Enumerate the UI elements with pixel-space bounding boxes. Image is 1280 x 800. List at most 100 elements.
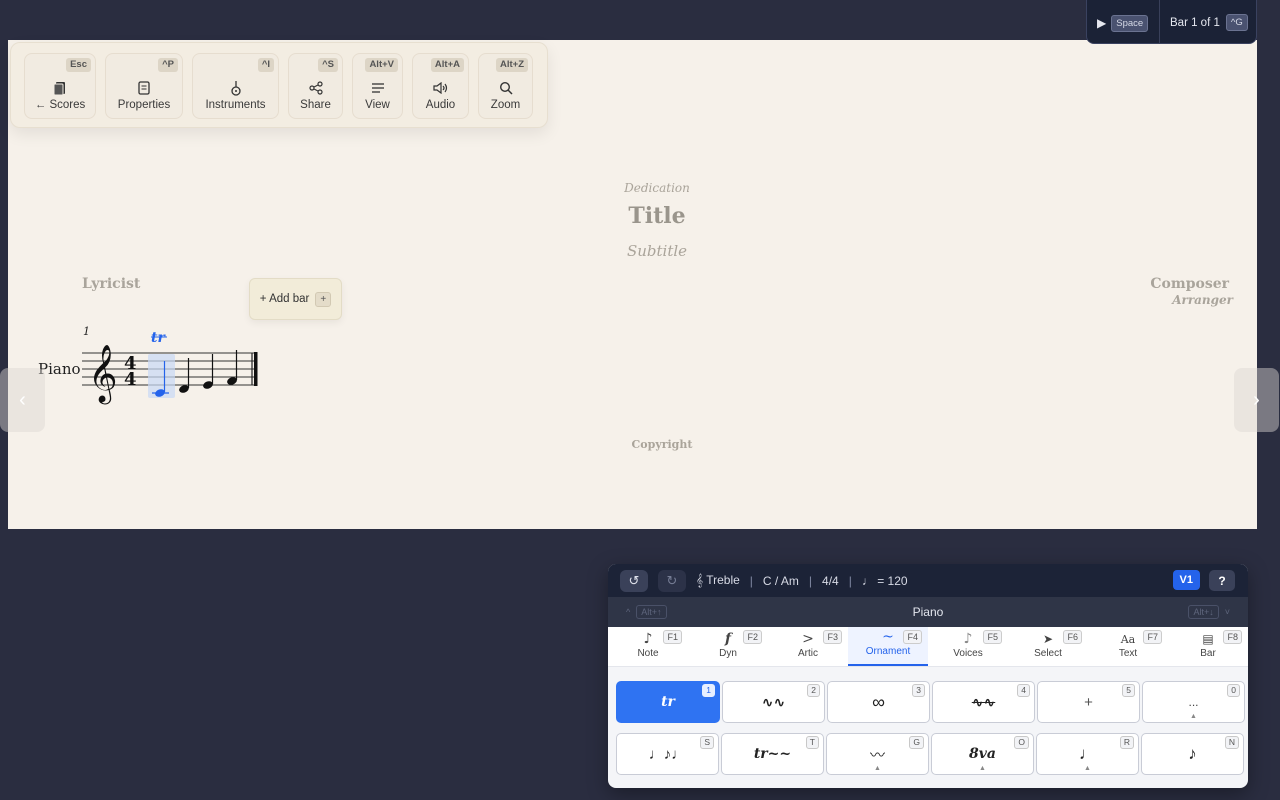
tab-shortcut: F5: [983, 630, 1002, 644]
acciaccatura-icon: ♪: [1188, 744, 1197, 763]
chevron-left-icon: ‹: [19, 388, 26, 411]
tab-label: Text: [1118, 648, 1138, 659]
title-text[interactable]: Title: [557, 203, 757, 229]
guitar-icon: [229, 80, 243, 96]
grace-notes-icon: ♩♪♩: [648, 745, 687, 763]
document-icon: [138, 80, 150, 96]
glissando-icon: 〰: [869, 746, 885, 764]
inverted-mordent-button[interactable]: 4 ∿∿: [932, 681, 1035, 723]
mordent-icon: ~: [882, 629, 894, 645]
cell-shortcut: 2: [807, 684, 820, 697]
play-shortcut: Space: [1111, 14, 1149, 32]
plus-icon: +: [1084, 693, 1093, 711]
acciaccatura-button[interactable]: N ♪: [1141, 733, 1244, 775]
tab-ornament[interactable]: F4 ~ Ornament: [848, 627, 928, 666]
more-ornaments-button[interactable]: 0... ▲: [1142, 681, 1245, 723]
plus-ornament-button[interactable]: 5 +: [1037, 681, 1140, 723]
cell-shortcut: N: [1224, 736, 1239, 749]
arranger-text[interactable]: Arranger: [1172, 293, 1233, 307]
tab-note[interactable]: F1 ♪ Note: [608, 627, 688, 666]
instruments-button[interactable]: ^I Instruments: [192, 53, 279, 119]
tab-dyn[interactable]: F2 f Dyn: [688, 627, 768, 666]
tab-text[interactable]: F7 Aa Text: [1088, 627, 1168, 666]
trill-button[interactable]: 1 tr: [616, 681, 720, 723]
play-button[interactable]: ▶ Space: [1097, 14, 1161, 32]
shortcut-badge: ^I: [257, 58, 274, 72]
properties-label: Properties: [117, 99, 171, 111]
mordent-icon: ∿∿: [761, 693, 786, 710]
palette-tabs: F1 ♪ Note F2 f Dyn F3 > Artic F4 ~ Ornament F5 ♪ V…: [608, 627, 1248, 667]
forte-icon: f: [724, 631, 732, 647]
goto-bar-shortcut: ^G: [1225, 14, 1248, 31]
shortcut-badge: Esc: [66, 58, 91, 72]
tab-shortcut: F8: [1223, 630, 1242, 644]
dropdown-triangle-icon: ▲: [1190, 713, 1197, 720]
view-button[interactable]: Alt+V View: [352, 53, 403, 119]
time-status[interactable]: 4/4: [822, 574, 839, 588]
tab-voices[interactable]: F5 ♪ Voices: [928, 627, 1008, 666]
dedication-text[interactable]: Dedication: [557, 181, 757, 195]
help-button[interactable]: ?: [1209, 570, 1235, 591]
note-icon: ♪: [643, 631, 653, 647]
redo-button[interactable]: ↻: [658, 569, 686, 592]
ellipsis-icon: ...: [1188, 695, 1199, 709]
prev-staff-button[interactable]: ^ Alt+↑: [626, 605, 667, 619]
tab-label: Voices: [953, 648, 983, 659]
prev-staff-shortcut: Alt+↑: [636, 605, 667, 619]
tempo-status[interactable]: ♩ = 120: [862, 574, 908, 588]
magnifier-icon: [499, 80, 513, 96]
turn-button[interactable]: 3 ∞: [827, 681, 930, 723]
chevron-up-icon: ^: [626, 607, 631, 617]
add-bar-button[interactable]: + Add bar +: [249, 278, 342, 320]
staff-name: Piano: [912, 605, 944, 619]
bar-position: Bar 1 of 1: [1170, 16, 1220, 29]
prev-page-button[interactable]: ‹: [0, 368, 45, 432]
share-button[interactable]: ^S Share: [288, 53, 343, 119]
audio-button[interactable]: Alt+A Audio: [412, 53, 469, 119]
staff-selector: ^ Alt+↑ Piano Alt+↓ ˅: [608, 597, 1248, 627]
lyricist-text[interactable]: Lyricist: [82, 276, 140, 292]
tremolo-icon: ♩: [1079, 744, 1096, 763]
voices-icon: ♪: [963, 631, 973, 647]
zoom-button[interactable]: Alt+Z Zoom: [478, 53, 533, 119]
trill-line-button[interactable]: Ttr~~: [721, 733, 824, 775]
trill-line-icon: tr~~: [753, 746, 792, 762]
music-staff[interactable]: 𝄞 4 4 tr: [80, 328, 265, 408]
cell-shortcut: 4: [1017, 684, 1030, 697]
mordent-button[interactable]: 2 ∿∿: [722, 681, 825, 723]
voice-button[interactable]: V1: [1172, 570, 1200, 590]
next-staff-button[interactable]: Alt+↓ ˅: [1188, 605, 1230, 619]
cell-shortcut: 3: [912, 684, 925, 697]
tremolo-button[interactable]: R ♩ ▲: [1036, 733, 1139, 775]
next-page-button[interactable]: ›: [1234, 368, 1279, 432]
scores-button[interactable]: Esc ← Scores: [24, 53, 96, 119]
octave-icon: 8va: [969, 746, 996, 762]
shortcut-badge: Alt+A: [430, 58, 464, 72]
scores-label: ← Scores: [34, 99, 86, 111]
clef-status[interactable]: 𝄞 Treble: [696, 573, 740, 588]
octave-button[interactable]: O 8va ▲: [931, 733, 1034, 775]
trill-ornament-mark[interactable]: tr: [151, 330, 166, 346]
tab-shortcut: F2: [743, 630, 762, 644]
tab-shortcut: F6: [1063, 630, 1082, 644]
tab-artic[interactable]: F3 > Artic: [768, 627, 848, 666]
key-status[interactable]: C / Am: [763, 574, 799, 588]
grace-notes-button[interactable]: S ♩♪♩: [616, 733, 719, 775]
goto-bar-button[interactable]: Bar 1 of 1 ^G: [1170, 14, 1248, 31]
speaker-icon: [432, 80, 449, 96]
separator: |: [848, 573, 852, 588]
subtitle-text[interactable]: Subtitle: [557, 242, 757, 260]
add-bar-shortcut: +: [315, 291, 332, 307]
separator: |: [808, 573, 813, 588]
properties-button[interactable]: ^P Properties: [105, 53, 183, 119]
copyright-text[interactable]: Copyright: [612, 438, 712, 451]
shortcut-badge: ^S: [318, 58, 338, 72]
cell-shortcut: S: [700, 736, 714, 749]
dropdown-triangle-icon: ▲: [874, 765, 881, 772]
undo-button[interactable]: ↺: [620, 569, 648, 592]
composer-text[interactable]: Composer: [1150, 276, 1229, 292]
tab-select[interactable]: F6 ➤ Select: [1008, 627, 1088, 666]
playback-box: ▶ Space Bar 1 of 1 ^G: [1086, 0, 1257, 44]
glissando-button[interactable]: G 〰 ▲: [826, 733, 929, 775]
tab-bar[interactable]: F8 ▤ Bar: [1168, 627, 1248, 666]
